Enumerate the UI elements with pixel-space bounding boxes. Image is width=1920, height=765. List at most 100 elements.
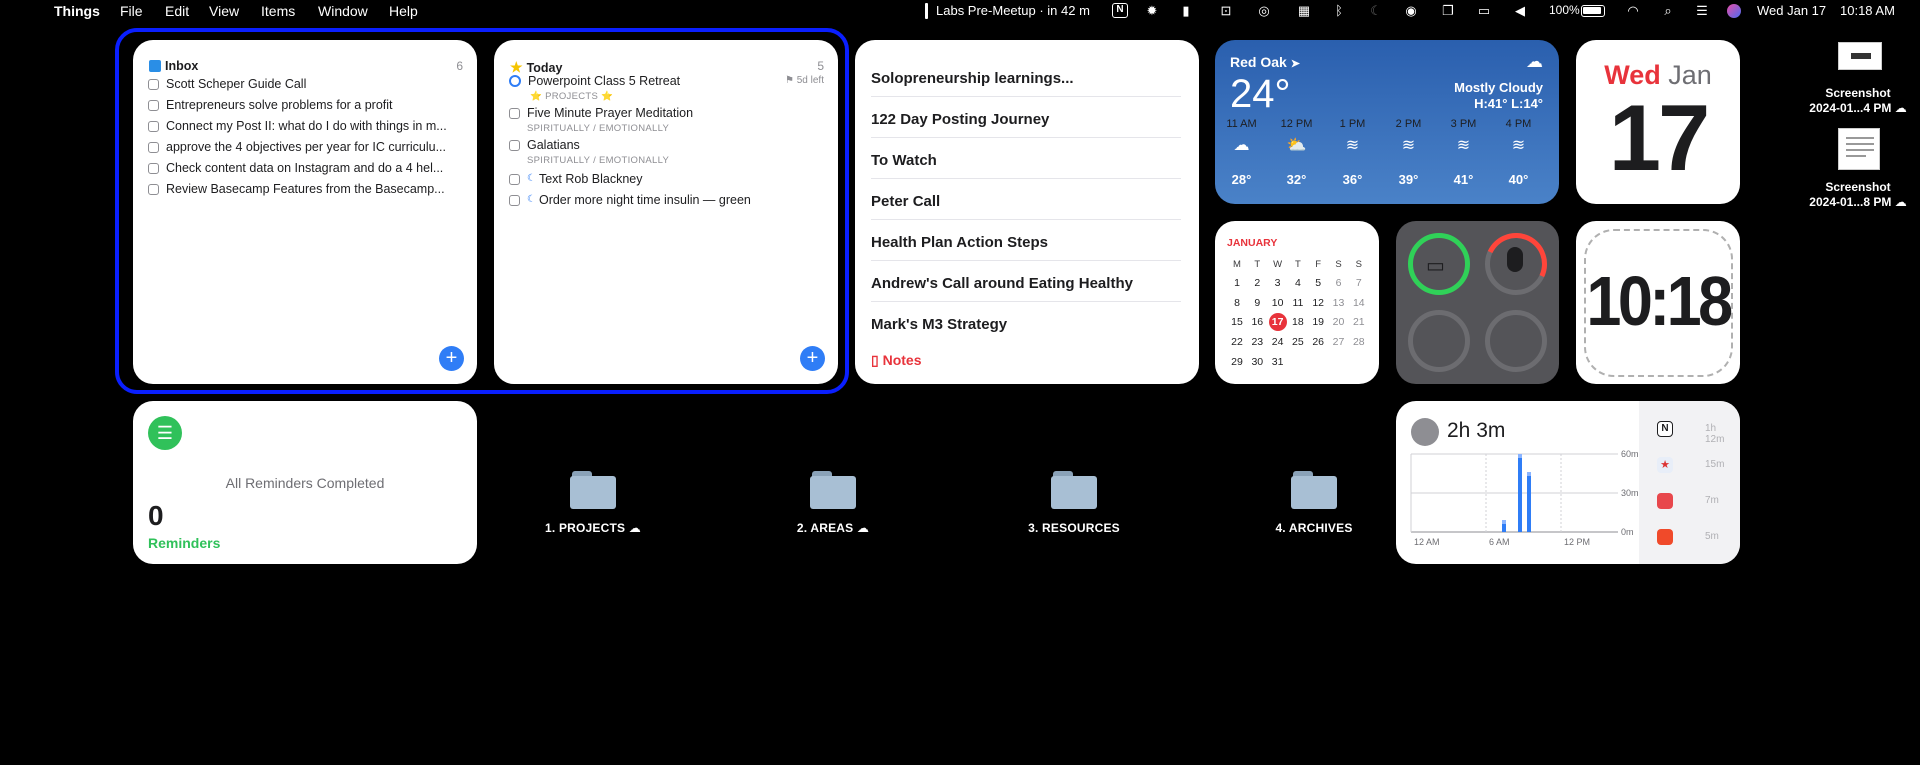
- date-widget[interactable]: Wed Jan 17: [1576, 40, 1740, 204]
- folder-resources[interactable]: 3. RESOURCES: [994, 521, 1154, 535]
- desktop-screenshot-1[interactable]: Screenshot 2024-01...4 PM ☁: [1803, 86, 1913, 116]
- inbox-todo[interactable]: Review Basecamp Features from the Baseca…: [148, 182, 465, 196]
- things-today-widget[interactable]: ★ Today 5 Powerpoint Class 5 Retreat ⭐ PR…: [494, 40, 838, 384]
- calendar-day[interactable]: 12: [1308, 297, 1328, 309]
- checkbox[interactable]: [148, 121, 159, 132]
- calendar-day[interactable]: 17: [1268, 313, 1287, 332]
- calendar-day[interactable]: 3: [1268, 277, 1288, 289]
- menu-help[interactable]: Help: [389, 3, 418, 19]
- menu-view[interactable]: View: [209, 3, 239, 19]
- notes-widget[interactable]: Solopreneurship learnings... 122 Day Pos…: [855, 40, 1199, 384]
- calendar-day[interactable]: 13: [1329, 297, 1349, 309]
- calendar-day[interactable]: 14: [1349, 297, 1369, 309]
- menu-file[interactable]: File: [120, 3, 143, 19]
- screenshot-thumbnail[interactable]: [1838, 128, 1880, 170]
- today-todo[interactable]: ☾ Text Rob Blackney: [509, 172, 826, 186]
- calendar-day[interactable]: 16: [1247, 316, 1267, 328]
- folder-icon[interactable]: [1291, 471, 1337, 509]
- checkbox[interactable]: [509, 174, 520, 185]
- today-todo[interactable]: Powerpoint Class 5 Retreat ⭐ PROJECTS ⭐ ⚑…: [509, 74, 826, 102]
- today-todo[interactable]: ☾ Order more night time insulin — green: [509, 193, 826, 207]
- calendar-day[interactable]: 29: [1227, 356, 1247, 368]
- calendar-day[interactable]: 21: [1349, 316, 1369, 328]
- app-menu[interactable]: Things: [54, 3, 100, 19]
- calendar-day[interactable]: 23: [1247, 336, 1267, 348]
- calendar-day[interactable]: 8: [1227, 297, 1247, 309]
- note-item[interactable]: Mark's M3 Strategy: [871, 316, 1181, 342]
- calendar-day[interactable]: 30: [1247, 356, 1267, 368]
- note-item[interactable]: Andrew's Call around Eating Healthy: [871, 275, 1181, 302]
- batteries-widget[interactable]: ▭: [1396, 221, 1559, 384]
- battery-icon[interactable]: [1581, 5, 1605, 17]
- inbox-todo[interactable]: approve the 4 objectives per year for IC…: [148, 140, 465, 154]
- calendar-day[interactable]: 15: [1227, 316, 1247, 328]
- inbox-todo[interactable]: Connect my Post II: what do I do with th…: [148, 119, 465, 133]
- menubar-date[interactable]: Wed Jan 17: [1757, 3, 1826, 18]
- folder-icon[interactable]: [1051, 471, 1097, 509]
- folder-projects[interactable]: 1. PROJECTS ☁: [513, 521, 673, 535]
- calendar-day[interactable]: 5: [1308, 277, 1328, 289]
- siri-icon[interactable]: [1727, 4, 1741, 18]
- add-todo-button[interactable]: +: [439, 346, 464, 371]
- checkbox[interactable]: [148, 142, 159, 153]
- checkbox[interactable]: [148, 163, 159, 174]
- desktop-screenshot-2[interactable]: Screenshot 2024-01...8 PM ☁: [1803, 180, 1913, 210]
- menubar-time[interactable]: 10:18 AM: [1840, 3, 1895, 18]
- calendar-day[interactable]: 4: [1288, 277, 1308, 289]
- screenshot-thumbnail[interactable]: [1838, 42, 1882, 70]
- things-inbox-widget[interactable]: Inbox 6 Scott Scheper Guide Call Entrepr…: [133, 40, 477, 384]
- reminders-widget[interactable]: ☰ All Reminders Completed 0 Reminders: [133, 401, 477, 564]
- calendar-day[interactable]: 25: [1288, 336, 1308, 348]
- note-item[interactable]: 122 Day Posting Journey: [871, 111, 1181, 138]
- menu-items[interactable]: Items: [261, 3, 295, 19]
- calendar-day[interactable]: 31: [1268, 356, 1288, 368]
- folder-areas[interactable]: 2. AREAS ☁: [753, 521, 913, 535]
- menu-edit[interactable]: Edit: [165, 3, 189, 19]
- calendar-day[interactable]: 28: [1349, 336, 1369, 348]
- folder-icon[interactable]: [810, 471, 856, 509]
- today-todo[interactable]: Galatians SPIRITUALLY / EMOTIONALLY: [509, 138, 826, 166]
- folder-icon[interactable]: [570, 471, 616, 509]
- bookmark-icon[interactable]: ▮: [1178, 3, 1194, 18]
- checkbox[interactable]: [509, 108, 520, 119]
- calendar-day[interactable]: 10: [1268, 297, 1288, 309]
- calendar-day[interactable]: 19: [1308, 316, 1328, 328]
- inbox-todo[interactable]: Entrepreneurs solve problems for a profi…: [148, 98, 465, 112]
- calendar-day[interactable]: 20: [1329, 316, 1349, 328]
- calendar-day[interactable]: 18: [1288, 316, 1308, 328]
- notes-footer[interactable]: ▯ Notes: [871, 352, 922, 369]
- calendar-day[interactable]: 27: [1329, 336, 1349, 348]
- calendar-day[interactable]: 9: [1247, 297, 1267, 309]
- note-item[interactable]: Peter Call: [871, 193, 1181, 220]
- wifi-icon[interactable]: ◠: [1625, 3, 1641, 18]
- folder-archives[interactable]: 4. ARCHIVES: [1234, 521, 1394, 535]
- inbox-todo[interactable]: Check content data on Instagram and do a…: [148, 161, 465, 175]
- control-center-icon[interactable]: ☰: [1694, 3, 1710, 18]
- checkbox[interactable]: [509, 195, 520, 206]
- add-todo-button[interactable]: +: [800, 346, 825, 371]
- calendar-day[interactable]: 11: [1288, 297, 1308, 309]
- calendar-day[interactable]: 1: [1227, 277, 1247, 289]
- checkbox[interactable]: [148, 184, 159, 195]
- brightness-icon[interactable]: ✹: [1144, 3, 1160, 18]
- checkbox[interactable]: [509, 140, 520, 151]
- calendar-month-widget[interactable]: JANUARY M T W T F S S 1 2 3 4 5 6 7 8 9 10 11 12 13 14 15 16 17…: [1215, 221, 1379, 384]
- clock-widget[interactable]: 10:18: [1576, 221, 1740, 384]
- checkbox[interactable]: [148, 100, 159, 111]
- next-meeting-status[interactable]: Labs Pre-Meetup · in 42 m: [936, 3, 1090, 18]
- calendar-day[interactable]: 2: [1247, 277, 1267, 289]
- checkbox[interactable]: [148, 79, 159, 90]
- inbox-todo[interactable]: Scott Scheper Guide Call: [148, 77, 465, 91]
- calendar-day[interactable]: 26: [1308, 336, 1328, 348]
- calendar-day[interactable]: 24: [1268, 336, 1288, 348]
- note-item[interactable]: Solopreneurship learnings...: [871, 70, 1181, 97]
- calendar-day[interactable]: 6: [1329, 277, 1349, 289]
- calendar-day[interactable]: 22: [1227, 336, 1247, 348]
- note-item[interactable]: To Watch: [871, 152, 1181, 179]
- calendar-day[interactable]: 7: [1349, 277, 1369, 289]
- note-item[interactable]: Health Plan Action Steps: [871, 234, 1181, 261]
- search-icon[interactable]: ⌕: [1660, 3, 1676, 18]
- notion-icon[interactable]: N: [1112, 3, 1128, 18]
- screen-time-widget[interactable]: 2h 3m 60m 30m 0m 12 AM 6 AM 12 PM N 1h 12m ★ 15…: [1396, 401, 1740, 564]
- today-todo[interactable]: Five Minute Prayer Meditation SPIRITUALLY…: [509, 106, 826, 134]
